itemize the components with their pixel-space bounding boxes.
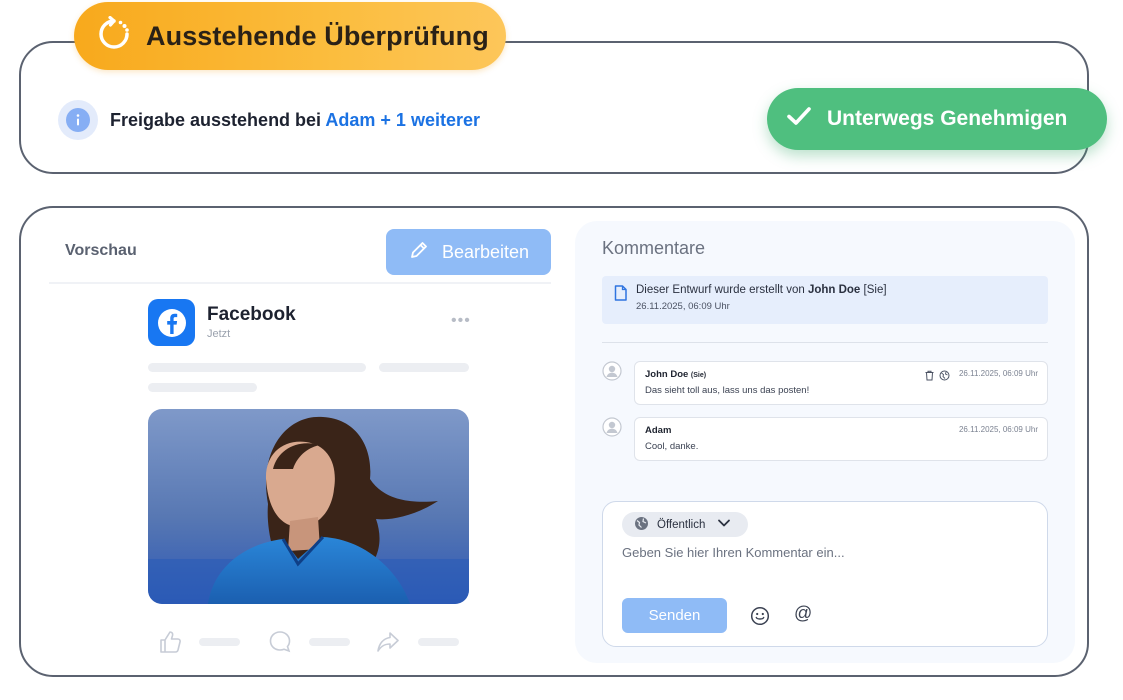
visibility-label: Öffentlich xyxy=(657,518,706,531)
text-placeholder-line xyxy=(379,363,469,372)
share-icon[interactable] xyxy=(375,629,401,660)
globe-icon[interactable] xyxy=(939,368,950,386)
edit-label: Bearbeiten xyxy=(441,241,530,262)
action-label-placeholder xyxy=(418,638,459,646)
document-icon xyxy=(614,285,627,306)
edit-button[interactable]: Bearbeiten xyxy=(386,229,551,275)
post-time: Jetzt xyxy=(207,328,231,340)
comment-tools xyxy=(924,368,950,386)
pending-review-badge: Ausstehende Überprüfung xyxy=(74,2,506,70)
approve-label: Unterwegs Genehmigen xyxy=(827,107,1068,130)
comment-author-name: John Doe xyxy=(645,369,689,380)
mention-button[interactable]: @ xyxy=(794,603,812,624)
visibility-select[interactable]: Öffentlich xyxy=(622,512,748,537)
info-icon xyxy=(58,100,98,140)
chevron-down-icon xyxy=(717,518,731,531)
post-image xyxy=(148,409,469,604)
send-button[interactable]: Senden xyxy=(622,598,727,633)
comment-author-name: Adam xyxy=(645,425,672,436)
comment-text: Cool, danke. xyxy=(645,441,699,452)
globe-icon xyxy=(634,516,649,534)
draft-author: John Doe xyxy=(807,284,861,296)
check-icon xyxy=(785,102,813,136)
comments-title: Kommentare xyxy=(602,238,706,258)
action-label-placeholder xyxy=(309,638,350,646)
like-icon[interactable] xyxy=(157,629,183,660)
approval-info: Freigabe ausstehend bei Adam + 1 weitere… xyxy=(58,100,480,140)
comment-composer: Öffentlich Geben Sie hier Ihren Kommenta… xyxy=(602,501,1048,647)
comments-divider xyxy=(602,342,1048,343)
comment-time: 26.11.2025, 06:09 Uhr xyxy=(958,369,1038,378)
refresh-icon xyxy=(96,15,132,57)
text-placeholder-line xyxy=(148,363,366,372)
approval-text: Freigabe ausstehend bei Adam + 1 weitere… xyxy=(110,110,480,131)
facebook-logo-icon xyxy=(148,299,195,346)
pencil-icon xyxy=(408,239,430,266)
emoji-icon[interactable] xyxy=(750,606,770,626)
comment-bubble: John Doe (Sie) Das sieht toll aus, lass … xyxy=(634,361,1048,405)
approve-on-the-go-button[interactable]: Unterwegs Genehmigen xyxy=(767,88,1107,150)
comment-bubble: Adam Cool, danke. 26.11.2025, 06:09 Uhr xyxy=(634,417,1048,461)
draft-info: Dieser Entwurf wurde erstellt von John D… xyxy=(602,276,1048,324)
comments-panel: Kommentare Dieser Entwurf wurde erstellt… xyxy=(575,221,1075,663)
trash-icon[interactable] xyxy=(924,368,935,386)
comment-input[interactable]: Geben Sie hier Ihren Kommentar ein... xyxy=(622,545,845,560)
action-label-placeholder xyxy=(199,638,240,646)
text-placeholder-line xyxy=(148,383,257,392)
draft-prefix: Dieser Entwurf wurde erstellt von xyxy=(636,284,805,296)
avatar-icon xyxy=(602,361,622,381)
more-options-icon[interactable]: ••• xyxy=(451,312,471,330)
comment-author-tag: (Sie) xyxy=(690,372,707,379)
approval-prefix: Freigabe ausstehend bei xyxy=(110,109,322,130)
draft-time: 26.11.2025, 06:09 Uhr xyxy=(636,301,730,312)
preview-title: Vorschau xyxy=(65,242,137,259)
preview-divider xyxy=(49,282,551,284)
draft-author-tag: [Sie] xyxy=(863,284,887,296)
comment-text: Das sieht toll aus, lass uns das posten! xyxy=(645,385,810,396)
draft-created-text: Dieser Entwurf wurde erstellt von John D… xyxy=(636,284,887,296)
post-review-card: Vorschau Bearbeiten Facebook Jetzt ••• K… xyxy=(19,206,1089,677)
pending-label: Ausstehende Überprüfung xyxy=(146,20,489,51)
approvers-link[interactable]: Adam + 1 weiterer xyxy=(325,110,480,130)
platform-name: Facebook xyxy=(207,304,296,325)
comment-icon[interactable] xyxy=(267,629,293,660)
avatar-icon xyxy=(602,417,622,437)
comment-time: 26.11.2025, 06:09 Uhr xyxy=(958,425,1038,434)
